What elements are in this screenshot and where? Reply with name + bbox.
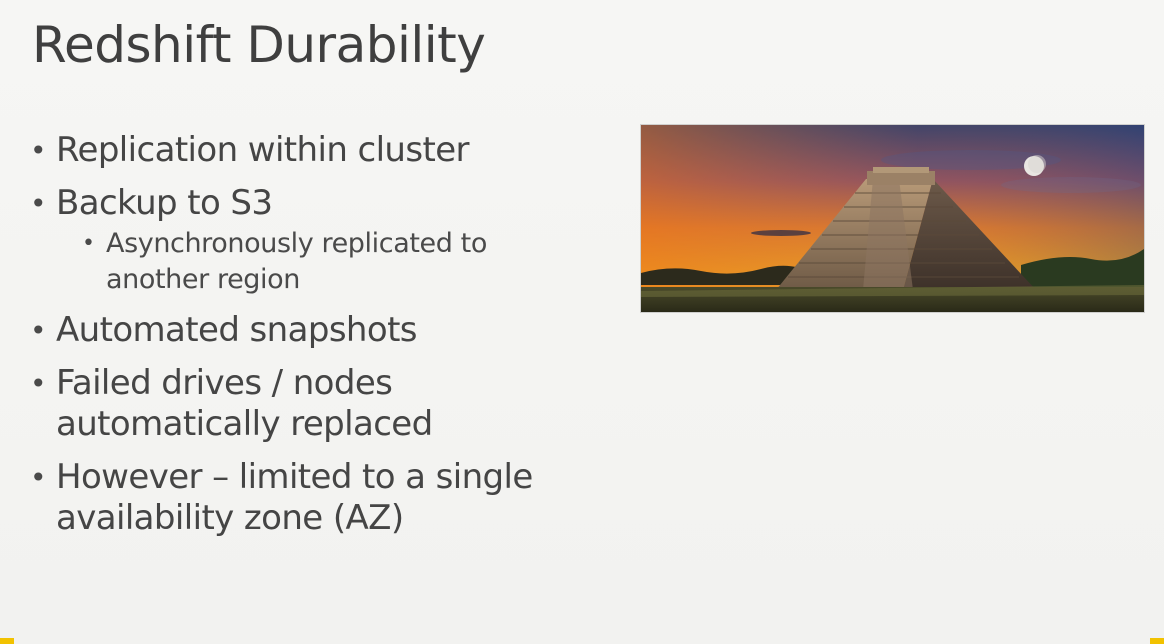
bullet-text: However – limited to a single availabili… — [56, 457, 533, 538]
bullet-text: Failed drives / nodes automatically repl… — [56, 363, 433, 444]
bullet-item: Failed drives / nodes automatically repl… — [30, 363, 476, 445]
bullet-item: Backup to S3 Asynchronously replicated t… — [30, 183, 590, 298]
bullet-item: Replication within cluster — [30, 130, 590, 171]
bullet-list: Replication within cluster Backup to S3 … — [30, 130, 590, 551]
slide-title: Redshift Durability — [32, 16, 486, 74]
pyramid-at-sunset-icon — [641, 125, 1144, 312]
bullet-item: However – limited to a single availabili… — [30, 457, 596, 539]
bullet-text: Automated snapshots — [56, 310, 418, 350]
sub-bullet-item: Asynchronously replicated to another reg… — [82, 226, 590, 298]
accent-bar-right — [1150, 638, 1164, 644]
slide: Redshift Durability Replication within c… — [0, 0, 1164, 644]
bullet-text: Backup to S3 — [56, 183, 273, 223]
sub-bullet-text: Asynchronously replicated to another reg… — [106, 228, 487, 295]
bullet-text: Replication within cluster — [56, 130, 470, 170]
accent-bar-left — [0, 638, 14, 644]
sub-bullet-list: Asynchronously replicated to another reg… — [56, 226, 590, 298]
pyramid-photo — [641, 125, 1144, 312]
bullet-item: Automated snapshots — [30, 310, 590, 351]
